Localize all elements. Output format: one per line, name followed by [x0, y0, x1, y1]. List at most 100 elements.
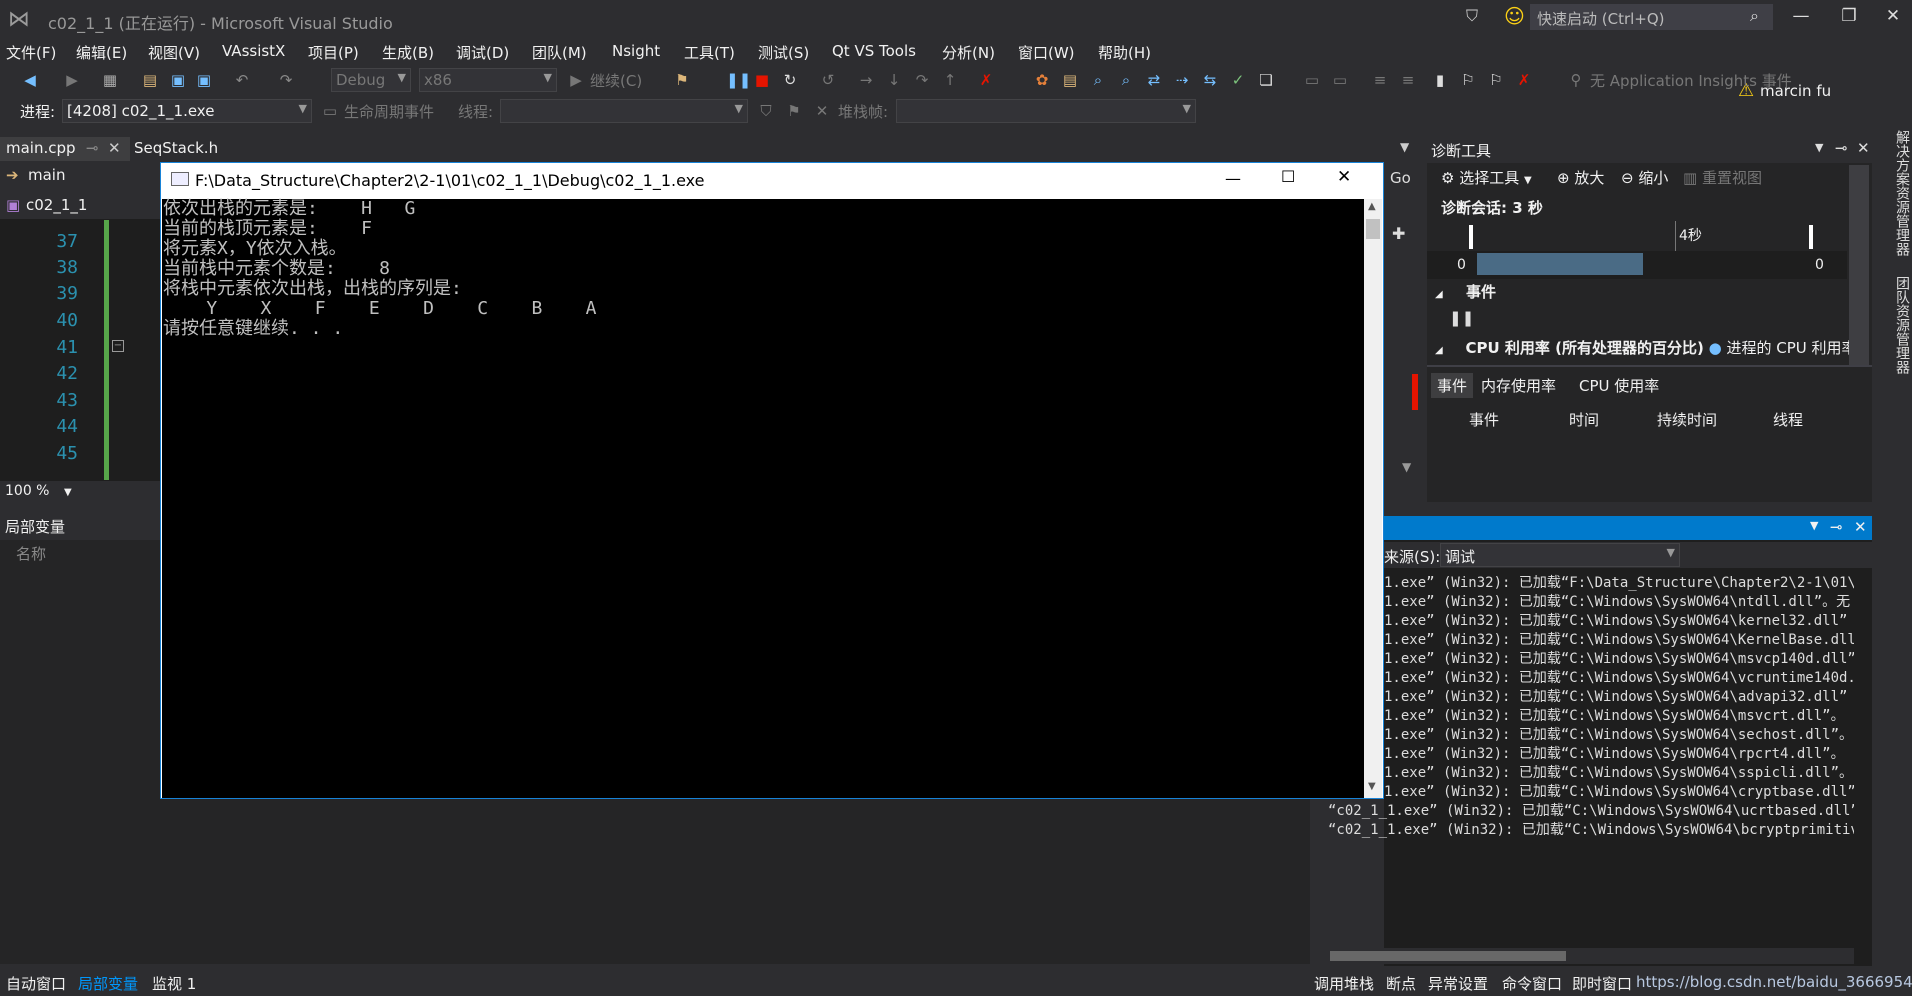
comment-icon[interactable]: ▭ — [1302, 70, 1322, 90]
output-horizontal-scrollbar[interactable] — [1310, 948, 1854, 964]
tab-command-window[interactable]: 命令窗口 — [1502, 973, 1562, 994]
close-icon[interactable]: ✕ — [1854, 518, 1867, 536]
console-close-button[interactable]: ✕ — [1337, 167, 1351, 187]
tab-watch-1[interactable]: 监视 1 — [152, 973, 196, 994]
indent-icon[interactable]: ≡ — [1370, 70, 1390, 90]
output-text[interactable]: 1.exe” (Win32): 已加载“F:\Data_Structure\Ch… — [1328, 570, 1854, 950]
vc-icon[interactable]: ✓ — [1228, 70, 1248, 90]
events-section[interactable]: ◢ 事件 — [1435, 281, 1496, 302]
continue-button[interactable]: 继续(C) — [590, 70, 642, 91]
close-button[interactable]: ✕ — [1878, 6, 1908, 30]
next-bookmark-icon[interactable]: ⚐ — [1486, 70, 1506, 90]
restore-button[interactable]: ❐ — [1834, 6, 1864, 30]
console-maximize-button[interactable]: ☐ — [1281, 167, 1295, 186]
menu-nsight[interactable]: Nsight — [612, 42, 660, 60]
find-in-files-icon[interactable]: ⌕ — [1116, 70, 1136, 90]
tab-call-stack[interactable]: 调用堆栈 — [1314, 973, 1374, 994]
tab-memory-usage[interactable]: 内存使用率 — [1481, 375, 1556, 396]
continue-icon[interactable]: ▶ — [566, 70, 586, 90]
col-thread[interactable]: 线程 — [1773, 409, 1803, 430]
restart-icon[interactable]: ↻ — [780, 70, 800, 90]
navigate-icon[interactable]: ⇄ — [1144, 70, 1164, 90]
col-duration[interactable]: 持续时间 — [1657, 409, 1717, 430]
scroll-down-icon[interactable]: ▼ — [1402, 460, 1411, 474]
code-editor[interactable]: 37 38 39 40 41 42 43 44 45 — [0, 219, 162, 481]
solution-explorer-tab[interactable]: 解决方案资源管理器 — [1894, 130, 1910, 256]
locals-name-column[interactable]: 名称 — [0, 540, 162, 564]
save-icon[interactable]: ▣ — [168, 70, 188, 90]
tab-exception-settings[interactable]: 异常设置 — [1428, 973, 1488, 994]
menu-project[interactable]: 项目(P) — [308, 42, 359, 63]
select-tool-button[interactable]: ⚙ 选择工具 ▼ — [1441, 167, 1532, 188]
reset-view-button[interactable]: ▥ 重置视图 — [1683, 167, 1762, 188]
menu-vassistx[interactable]: VAssistX — [222, 42, 285, 60]
col-event[interactable]: 事件 — [1469, 409, 1499, 430]
menu-debug[interactable]: 调试(D) — [456, 42, 509, 63]
filter-icon[interactable]: ⛉ — [1466, 6, 1478, 26]
scroll-thumb[interactable] — [1330, 951, 1566, 961]
scroll-up-icon[interactable]: ▲ — [1368, 201, 1376, 212]
thread-select[interactable]: ▼ — [500, 99, 748, 123]
flag-threads-icon[interactable]: ⚑ — [784, 101, 804, 121]
tab-immediate-window[interactable]: 即时窗口 — [1572, 973, 1632, 994]
lifecycle-icon[interactable]: ▭ — [320, 101, 340, 121]
tab-breakpoints[interactable]: 断点 — [1386, 973, 1416, 994]
platform-select[interactable]: x86 ▼ — [419, 68, 557, 92]
breakpoint-toggle-icon[interactable]: ✗ — [976, 70, 996, 90]
outdent-icon[interactable]: ≡ — [1398, 70, 1418, 90]
vertical-scrollbar[interactable] — [1312, 802, 1328, 964]
timeline-end-marker[interactable] — [1809, 225, 1813, 249]
close-icon[interactable]: ✕ — [1857, 139, 1870, 157]
timeline-start-marker[interactable] — [1469, 225, 1473, 249]
console-window[interactable]: F:\Data_Structure\Chapter2\2-1\01\c02_1_… — [160, 162, 1384, 799]
folder-icon[interactable]: ▤ — [1060, 70, 1080, 90]
scroll-down-icon[interactable]: ▼ — [1368, 781, 1376, 792]
pin-icon[interactable]: ⊸ — [1830, 518, 1843, 536]
tab-main-cpp[interactable]: main.cpp ⊸ ✕ — [0, 137, 130, 161]
application-insights-dropdown[interactable]: 无 Application Insights 事件 — [1590, 70, 1792, 91]
minimize-button[interactable]: — — [1786, 6, 1816, 30]
project-scope[interactable]: ▣ c02_1_1 — [0, 193, 162, 219]
tab-locals[interactable]: 局部变量 — [78, 973, 138, 994]
nsight-icon[interactable]: ✿ — [1032, 70, 1052, 90]
refactor-icon[interactable]: ⇆ — [1200, 70, 1220, 90]
console-scrollbar[interactable]: ▲ ▼ — [1364, 199, 1382, 798]
copy-icon[interactable]: ❏ — [1256, 70, 1276, 90]
pause-icon[interactable]: ❚❚ — [726, 70, 751, 90]
menu-view[interactable]: 视图(V) — [148, 42, 200, 63]
clear-bookmarks-icon[interactable]: ✗ — [1514, 70, 1534, 90]
diag-scrollbar[interactable] — [1849, 165, 1869, 365]
filter-threads-icon[interactable]: ⛉ — [756, 101, 776, 121]
tab-cpu-usage[interactable]: CPU 使用率 — [1579, 375, 1659, 396]
pause-events-icon[interactable]: ❚❚ — [1449, 309, 1474, 327]
chevron-down-icon[interactable]: ▼ — [1810, 519, 1818, 532]
function-scope[interactable]: main — [28, 166, 65, 184]
menu-edit[interactable]: 编辑(E) — [76, 42, 127, 63]
menu-build[interactable]: 生成(B) — [382, 42, 434, 63]
step-out-icon[interactable]: ↷ — [912, 70, 932, 90]
timeline-selection[interactable] — [1477, 253, 1643, 275]
stop-icon[interactable]: ■ — [752, 70, 772, 90]
chevron-down-icon[interactable]: ▼ — [1815, 141, 1823, 154]
step-into-icon[interactable]: → — [856, 70, 876, 90]
console-title-bar[interactable]: F:\Data_Structure\Chapter2\2-1\01\c02_1_… — [161, 163, 1383, 199]
cpu-section[interactable]: ◢ CPU 利用率 (所有处理器的百分比) ● 进程的 CPU 利用率 — [1435, 337, 1857, 358]
feedback-smiley-icon[interactable]: ☺ — [1504, 4, 1525, 28]
process-select[interactable]: [4208] c02_1_1.exe ▼ — [62, 99, 312, 123]
find-icon[interactable]: ⌕ — [1088, 70, 1108, 90]
go-button[interactable]: Go — [1384, 163, 1414, 223]
back-icon[interactable]: ◀ — [20, 70, 40, 90]
new-project-icon[interactable]: ▦ — [100, 70, 120, 90]
split-icon[interactable]: ✚ — [1392, 224, 1405, 243]
tab-events[interactable]: 事件 — [1431, 373, 1474, 398]
bookmark-icon[interactable]: ▮ — [1430, 70, 1450, 90]
zoom-level[interactable]: 100 % ▼ — [0, 481, 162, 503]
quick-launch-input[interactable]: 快速启动 (Ctrl+Q) — [1530, 4, 1773, 30]
redo-icon[interactable]: ↷ — [276, 70, 296, 90]
console-minimize-button[interactable]: — — [1225, 169, 1241, 188]
attach-icon[interactable]: ⚑ — [672, 70, 692, 90]
menu-window[interactable]: 窗口(W) — [1018, 42, 1075, 63]
show-next-statement-icon[interactable]: ↺ — [818, 70, 838, 90]
menu-help[interactable]: 帮助(H) — [1098, 42, 1151, 63]
menu-file[interactable]: 文件(F) — [6, 42, 56, 63]
